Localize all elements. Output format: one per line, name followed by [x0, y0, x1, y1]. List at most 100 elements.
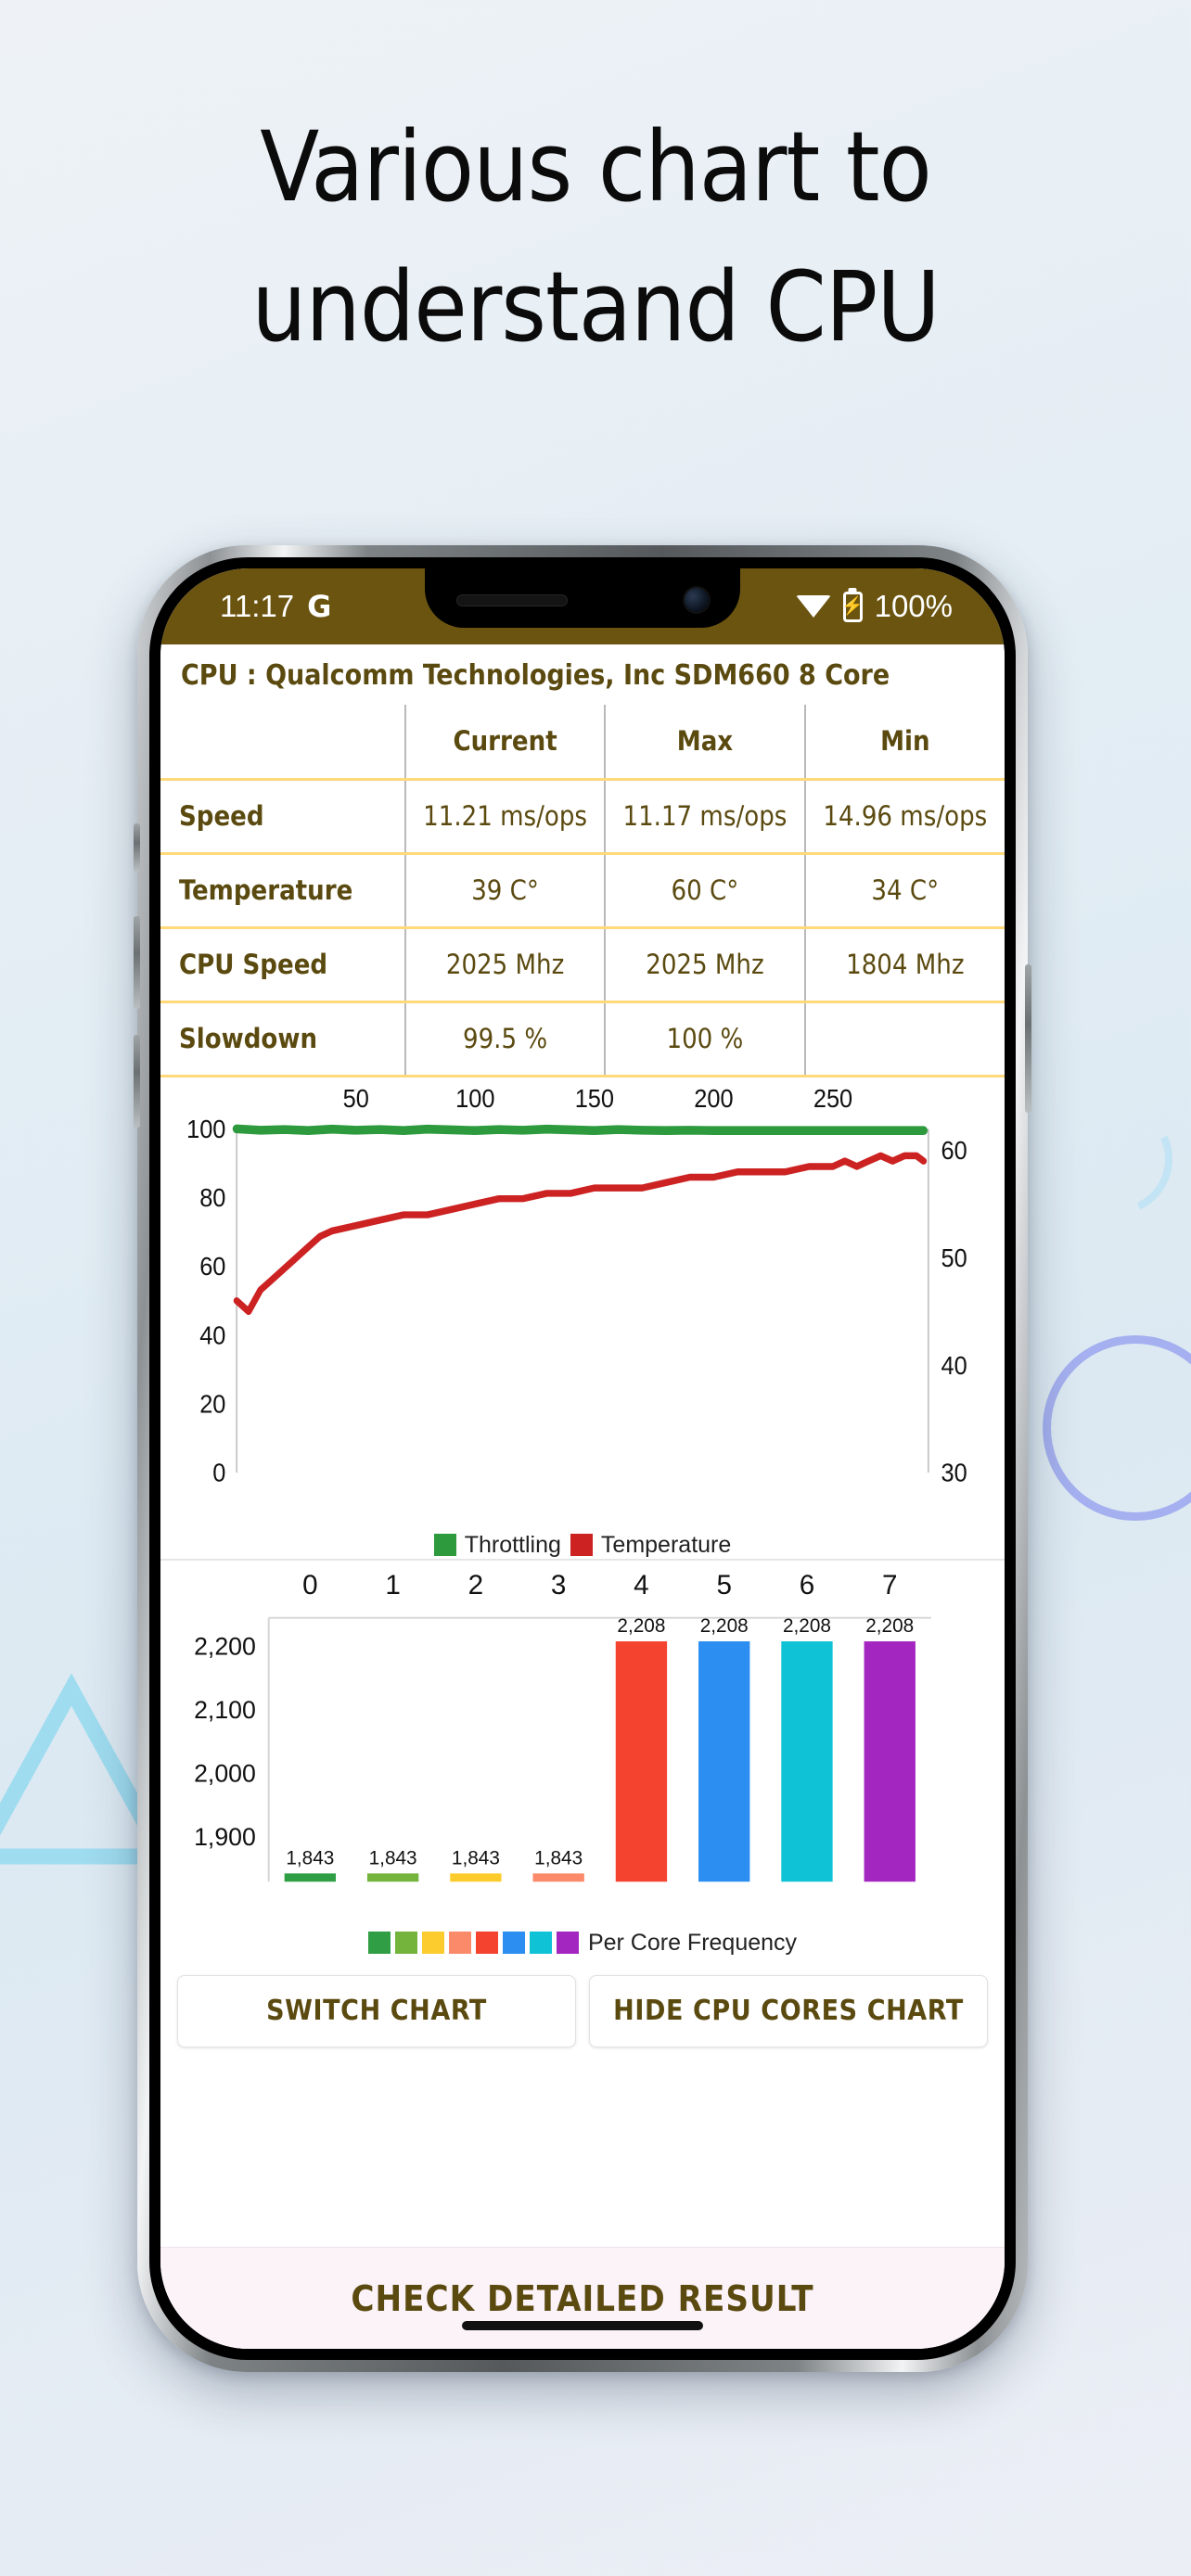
switch-chart-button[interactable]: SWITCH CHART	[177, 1974, 576, 2047]
row-label-slowdown: Slowdown	[160, 1000, 405, 1078]
row-label-cpu-speed: CPU Speed	[160, 925, 405, 1003]
decorative-arc	[1045, 1088, 1188, 1231]
svg-text:100: 100	[455, 1083, 494, 1112]
table-header-current: Current	[403, 705, 606, 781]
legend-swatch-icon	[421, 1932, 444, 1954]
svg-text:0: 0	[302, 1569, 317, 1600]
legend-swatch-icon	[570, 1534, 593, 1556]
phone-screen: 11:17 G 100% CPU : Qualcomm Technologies…	[160, 568, 1005, 2349]
temperature-current: 39 C°	[403, 851, 606, 929]
svg-text:30: 30	[941, 1458, 967, 1486]
svg-text:60: 60	[199, 1252, 225, 1281]
power-button[interactable]	[1025, 964, 1031, 1113]
svg-text:20: 20	[199, 1389, 225, 1418]
legend-swatch-icon	[475, 1932, 498, 1954]
svg-text:2,208: 2,208	[700, 1615, 749, 1637]
svg-text:4: 4	[634, 1569, 648, 1600]
status-bar: 11:17 G 100%	[160, 568, 1005, 644]
svg-text:2,208: 2,208	[865, 1615, 914, 1637]
svg-text:200: 200	[694, 1083, 733, 1112]
svg-text:5: 5	[716, 1569, 731, 1600]
phone-mockup: 11:17 G 100% CPU : Qualcomm Technologies…	[134, 545, 1031, 2372]
svg-text:60: 60	[941, 1136, 967, 1165]
google-g-icon: G	[307, 589, 332, 624]
cpu-speed-current: 2025 Mhz	[403, 925, 606, 1003]
page-title: Various chart to understand CPU	[0, 97, 1191, 377]
speed-current: 11.21 ms/ops	[403, 777, 606, 855]
svg-text:100: 100	[186, 1114, 225, 1142]
wifi-icon	[795, 595, 831, 618]
svg-text:1,843: 1,843	[369, 1847, 417, 1868]
notch	[425, 568, 740, 628]
front-camera-icon	[685, 588, 709, 612]
per-core-frequency-chart: 0 1 2 3 4 5 6 7 1,900 2,000 2,100 2,200 1,843 1,843 1,…	[160, 1558, 1005, 1930]
legend-item: Throttling	[433, 1531, 561, 1559]
mute-switch[interactable]	[134, 823, 140, 872]
throttling-temperature-chart: 50 100 150 200 250 0 20 40 60 80 100 30 40 50 60	[160, 1078, 1005, 1532]
speed-max: 11.17 ms/ops	[604, 777, 805, 855]
legend-item: Temperature	[570, 1532, 731, 1559]
status-bar-right: 100%	[795, 589, 953, 624]
home-indicator[interactable]	[462, 2321, 703, 2330]
hide-cpu-cores-chart-button[interactable]: HIDE CPU CORES CHART	[589, 1974, 988, 2047]
svg-text:1,843: 1,843	[452, 1847, 500, 1868]
svg-text:150: 150	[575, 1083, 614, 1112]
cpu-stats-table: Current Max Min Speed 11.21 ms/ops 11.17…	[160, 705, 1005, 1078]
earpiece-speaker	[456, 593, 568, 606]
volume-down-button[interactable]	[134, 1035, 140, 1128]
svg-text:250: 250	[813, 1083, 852, 1112]
status-bar-left: 11:17 G	[220, 589, 331, 624]
cpu-info-title: CPU : Qualcomm Technologies, Inc SDM660 …	[181, 659, 890, 692]
volume-up-button[interactable]	[134, 916, 140, 1009]
svg-text:2,208: 2,208	[617, 1615, 665, 1637]
table-header-max: Max	[604, 705, 805, 781]
temperature-min: 34 C°	[803, 851, 1005, 929]
svg-text:7: 7	[882, 1569, 897, 1600]
svg-text:2,208: 2,208	[783, 1615, 831, 1637]
legend-swatch-group	[367, 1932, 579, 1954]
headline-line-1: Various chart to	[260, 110, 931, 223]
row-label-temperature: Temperature	[160, 851, 405, 929]
cpu-speed-max: 2025 Mhz	[604, 925, 805, 1003]
battery-charging-icon	[842, 591, 863, 622]
decorative-circle	[1043, 1335, 1191, 1521]
table-row: Temperature 39 C° 60 C° 34 C°	[160, 851, 1005, 929]
svg-text:2: 2	[468, 1569, 483, 1600]
bar-chart-legend: Per Core Frequency	[160, 1930, 1005, 1957]
legend-label: Temperature	[600, 1531, 732, 1558]
cpu-speed-min: 1804 Mhz	[803, 925, 1005, 1003]
legend-label: Throttling	[464, 1531, 561, 1558]
svg-text:6: 6	[800, 1569, 814, 1600]
table-header-min: Min	[803, 705, 1005, 781]
svg-text:2,100: 2,100	[194, 1696, 256, 1724]
phone-bezel: 11:17 G 100% CPU : Qualcomm Technologies…	[149, 557, 1016, 2360]
line-chart-canvas: 50 100 150 200 250 0 20 40 60 80 100 30 40 50 60	[186, 1083, 967, 1486]
svg-text:50: 50	[941, 1243, 967, 1271]
legend-swatch-icon	[433, 1534, 456, 1556]
slowdown-current: 99.5 %	[403, 1000, 606, 1078]
speed-min: 14.96 ms/ops	[803, 777, 1005, 855]
table-row: Slowdown 99.5 % 100 %	[160, 1000, 1005, 1078]
slowdown-max: 100 %	[604, 1000, 805, 1078]
check-detailed-result-button[interactable]: CHECK DETAILED RESULT	[160, 2247, 1005, 2349]
battery-percent-label: 100%	[874, 589, 953, 623]
chart-action-buttons: SWITCH CHART HIDE CPU CORES CHART	[160, 1957, 1005, 2047]
legend-swatch-icon	[529, 1932, 552, 1954]
svg-text:40: 40	[199, 1320, 225, 1349]
headline-line-2: understand CPU	[251, 249, 941, 363]
legend-label: Per Core Frequency	[587, 1929, 798, 1956]
svg-text:40: 40	[941, 1350, 967, 1379]
svg-text:1,843: 1,843	[534, 1847, 583, 1868]
temperature-max: 60 C°	[604, 851, 805, 929]
slowdown-min	[803, 1000, 1005, 1078]
legend-swatch-icon	[502, 1932, 525, 1954]
svg-text:2,000: 2,000	[194, 1759, 256, 1787]
app-content: CPU : Qualcomm Technologies, Inc SDM660 …	[160, 644, 1005, 2349]
svg-text:3: 3	[551, 1569, 566, 1600]
svg-text:50: 50	[343, 1083, 369, 1112]
table-header-blank	[160, 705, 405, 781]
line-chart-legend: Throttling Temperature	[160, 1532, 1005, 1559]
legend-swatch-icon	[394, 1932, 417, 1954]
svg-text:0: 0	[212, 1458, 225, 1486]
